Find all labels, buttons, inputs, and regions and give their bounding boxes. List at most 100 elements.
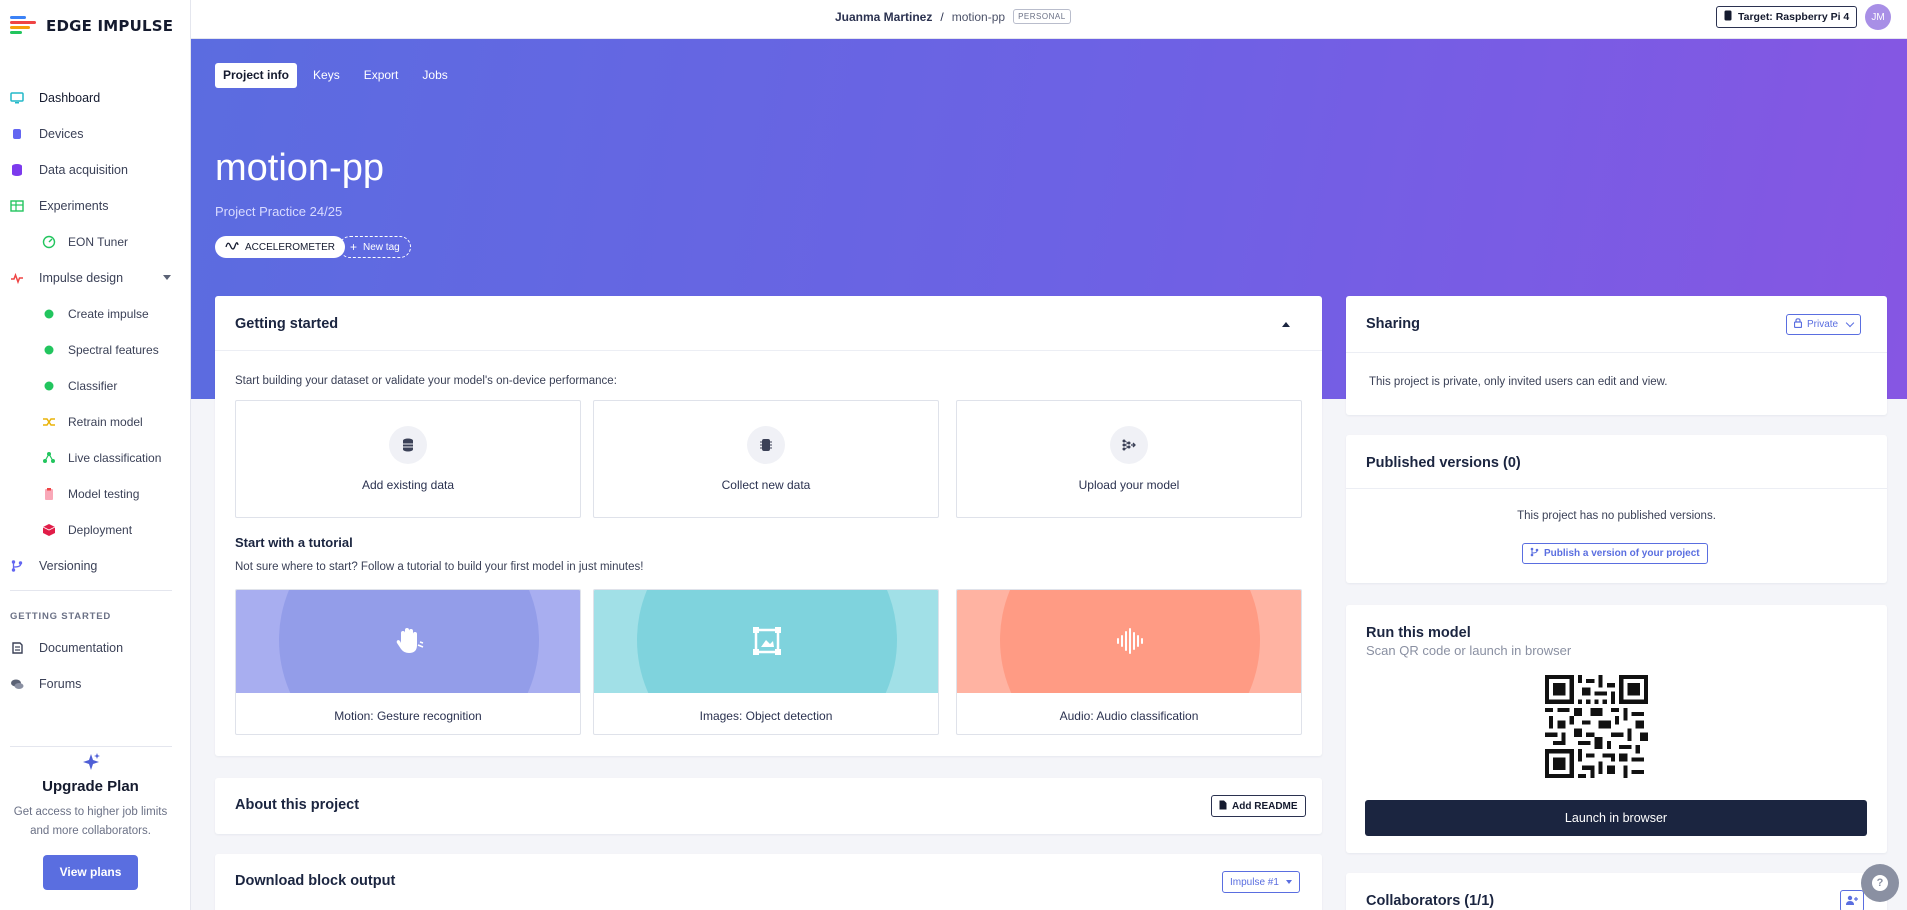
sidebar-item-documentation[interactable]: Documentation [0, 630, 191, 666]
chip-icon [10, 127, 24, 141]
lock-icon [1793, 318, 1803, 331]
sidebar-item-label: Devices [39, 127, 84, 141]
tab-export[interactable]: Export [356, 63, 407, 88]
tag-accelerometer[interactable]: ACCELEROMETER [215, 236, 346, 258]
sidebar: EDGE IMPULSE Dashboard Devices Data acqu… [0, 0, 191, 910]
sidebar-item-dashboard[interactable]: Dashboard [0, 80, 191, 116]
visibility-value: Private [1807, 319, 1839, 330]
caret-down-icon [1285, 880, 1292, 884]
shuffle-icon [42, 415, 56, 429]
impulse-select-value: Impulse #1 [1230, 876, 1279, 888]
status-dot-icon [42, 343, 56, 357]
chip-icon [747, 426, 785, 464]
add-readme-label: Add README [1232, 800, 1298, 812]
qr-code-icon[interactable] [1545, 675, 1648, 778]
frame-icon [753, 627, 781, 655]
target-label: Target: Raspberry Pi 4 [1738, 11, 1850, 23]
avatar[interactable]: JM [1865, 4, 1891, 30]
sidebar-item-label: Retrain model [68, 415, 143, 429]
add-existing-data-option[interactable]: Add existing data [235, 400, 581, 518]
network-icon [42, 451, 56, 465]
collapse-icon[interactable] [1282, 322, 1290, 327]
divider [1346, 488, 1887, 489]
status-dot-icon [42, 379, 56, 393]
logo[interactable]: EDGE IMPULSE [10, 15, 173, 37]
sidebar-item-data-acquisition[interactable]: Data acquisition [0, 152, 191, 188]
sidebar-item-retrain-model[interactable]: Retrain model [0, 404, 191, 440]
gauge-icon [42, 235, 56, 249]
divider [215, 350, 1322, 351]
topbar: Juanma Martinez / motion-pp PERSONAL Tar… [191, 0, 1907, 39]
tutorial-title: Start with a tutorial [235, 535, 353, 550]
sidebar-item-deployment[interactable]: Deployment [0, 512, 191, 548]
sidebar-item-label: Create impulse [68, 307, 149, 321]
view-plans-button[interactable]: View plans [43, 855, 138, 890]
tutorial-label: Images: Object detection [699, 709, 833, 723]
impulse-select[interactable]: Impulse #1 [1222, 871, 1300, 893]
add-readme-button[interactable]: Add README [1211, 795, 1306, 817]
chevron-down-icon[interactable] [163, 275, 171, 280]
sidebar-item-create-impulse[interactable]: Create impulse [0, 296, 191, 332]
database-icon [10, 163, 24, 177]
sidebar-item-forums[interactable]: Forums [0, 666, 191, 702]
sidebar-item-eon-tuner[interactable]: EON Tuner [0, 224, 191, 260]
breadcrumb-project[interactable]: motion-pp [952, 10, 1005, 24]
sidebar-item-label: Dashboard [39, 91, 101, 105]
tutorial-label: Audio: Audio classification [1059, 709, 1199, 723]
sidebar-item-devices[interactable]: Devices [0, 116, 191, 152]
section-heading: GETTING STARTED [10, 611, 112, 622]
breadcrumb-owner[interactable]: Juanma Martinez [835, 10, 932, 24]
monitor-icon [10, 91, 24, 105]
waveform-icon [1117, 628, 1143, 654]
tab-keys[interactable]: Keys [305, 63, 348, 88]
sparkle-icon [0, 752, 181, 772]
project-tabs: Project info Keys Export Jobs [215, 63, 456, 88]
sidebar-item-label: Documentation [39, 641, 124, 655]
launch-in-browser-button[interactable]: Launch in browser [1365, 800, 1867, 836]
project-description: Project Practice 24/25 [215, 204, 343, 219]
sidebar-item-classifier[interactable]: Classifier [0, 368, 191, 404]
card-title: Sharing [1366, 316, 1420, 332]
publish-label: Publish a version of your project [1544, 548, 1700, 559]
wave-icon [225, 241, 239, 254]
divider [10, 590, 172, 591]
help-button[interactable]: ? [1861, 864, 1899, 902]
sidebar-item-label: EON Tuner [68, 235, 129, 249]
file-icon [1219, 800, 1227, 813]
logo-text: EDGE IMPULSE [46, 17, 174, 35]
add-collaborator-button[interactable] [1840, 890, 1864, 910]
tutorial-card-motion[interactable]: Motion: Gesture recognition [235, 589, 581, 735]
getting-started-nav: Documentation Forums [0, 630, 191, 702]
visibility-select[interactable]: Private [1786, 314, 1862, 335]
question-icon: ? [1872, 875, 1888, 891]
sidebar-item-live-classification[interactable]: Live classification [0, 440, 191, 476]
sidebar-item-spectral-features[interactable]: Spectral features [0, 332, 191, 368]
publish-version-button[interactable]: Publish a version of your project [1522, 543, 1708, 564]
target-device-button[interactable]: Target: Raspberry Pi 4 [1716, 6, 1858, 28]
card-title: Run this model [1366, 625, 1471, 641]
card-title: Collaborators (1/1) [1366, 893, 1495, 909]
tutorial-card-images[interactable]: Images: Object detection [593, 589, 939, 735]
sidebar-item-versioning[interactable]: Versioning [0, 548, 191, 584]
tab-jobs[interactable]: Jobs [414, 63, 455, 88]
new-tag-button[interactable]: + New tag [339, 236, 411, 258]
tutorial-card-audio[interactable]: Audio: Audio classification [956, 589, 1302, 735]
sidebar-item-label: Model testing [68, 487, 140, 501]
sidebar-item-model-testing[interactable]: Model testing [0, 476, 191, 512]
collect-new-data-option[interactable]: Collect new data [593, 400, 939, 518]
tutorial-art [594, 590, 938, 693]
add-user-icon [1846, 892, 1858, 910]
sidebar-item-label: Live classification [68, 451, 162, 465]
sidebar-item-label: Spectral features [68, 343, 159, 357]
sidebar-item-impulse-design[interactable]: Impulse design [0, 260, 191, 296]
getting-started-intro: Start building your dataset or validate … [235, 375, 617, 387]
plus-icon: + [350, 240, 358, 254]
upload-your-model-option[interactable]: Upload your model [956, 400, 1302, 518]
table-icon [10, 199, 24, 213]
tab-project-info[interactable]: Project info [215, 63, 298, 88]
run-this-model-card: Run this model Scan QR code or launch in… [1346, 605, 1887, 853]
sidebar-item-label: Forums [39, 677, 82, 691]
tutorial-label: Motion: Gesture recognition [334, 709, 482, 723]
sidebar-item-label: Deployment [68, 523, 133, 537]
sidebar-item-experiments[interactable]: Experiments [0, 188, 191, 224]
